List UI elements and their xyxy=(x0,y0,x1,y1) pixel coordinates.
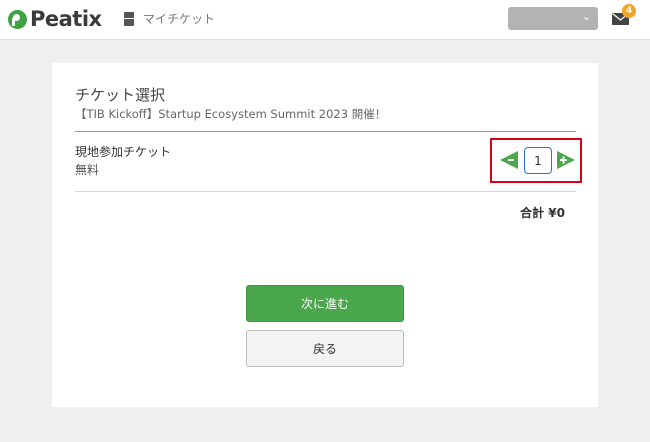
row-divider xyxy=(75,191,576,192)
back-button[interactable]: 戻る xyxy=(246,330,404,367)
chevron-down-icon: ⌄ xyxy=(581,10,591,23)
ticket-name: 現地参加チケット xyxy=(75,145,172,159)
my-ticket-label: マイチケット xyxy=(143,12,216,26)
ticket-price: 無料 xyxy=(75,163,100,177)
top-header: Peatix マイチケット ⌄ 4 xyxy=(0,0,650,40)
notification-badge: 4 xyxy=(622,4,636,18)
peatix-logo-icon xyxy=(8,9,27,29)
next-button[interactable]: 次に進む xyxy=(246,285,404,322)
mail-button[interactable]: 4 xyxy=(612,4,636,25)
quantity-input[interactable] xyxy=(524,147,552,174)
ticket-selection-card: チケット選択 【TIB Kickoff】Startup Ecosystem Su… xyxy=(52,63,598,407)
increase-quantity-button[interactable] xyxy=(556,150,576,170)
order-total: 合計 ¥0 xyxy=(520,206,565,220)
ticket-icon xyxy=(124,11,134,26)
logo-text: Peatix xyxy=(30,7,102,31)
plus-arrow-icon xyxy=(557,151,575,169)
minus-arrow-icon xyxy=(500,151,518,169)
account-dropdown[interactable]: ⌄ xyxy=(508,7,598,30)
section-divider xyxy=(75,131,576,132)
decrease-quantity-button[interactable] xyxy=(499,150,519,170)
quantity-stepper xyxy=(490,138,582,183)
event-title: 【TIB Kickoff】Startup Ecosystem Summit 20… xyxy=(75,107,387,121)
page-title: チケット選択 xyxy=(75,86,166,104)
peatix-logo[interactable]: Peatix xyxy=(8,7,102,31)
my-ticket-link[interactable]: マイチケット xyxy=(124,10,215,27)
